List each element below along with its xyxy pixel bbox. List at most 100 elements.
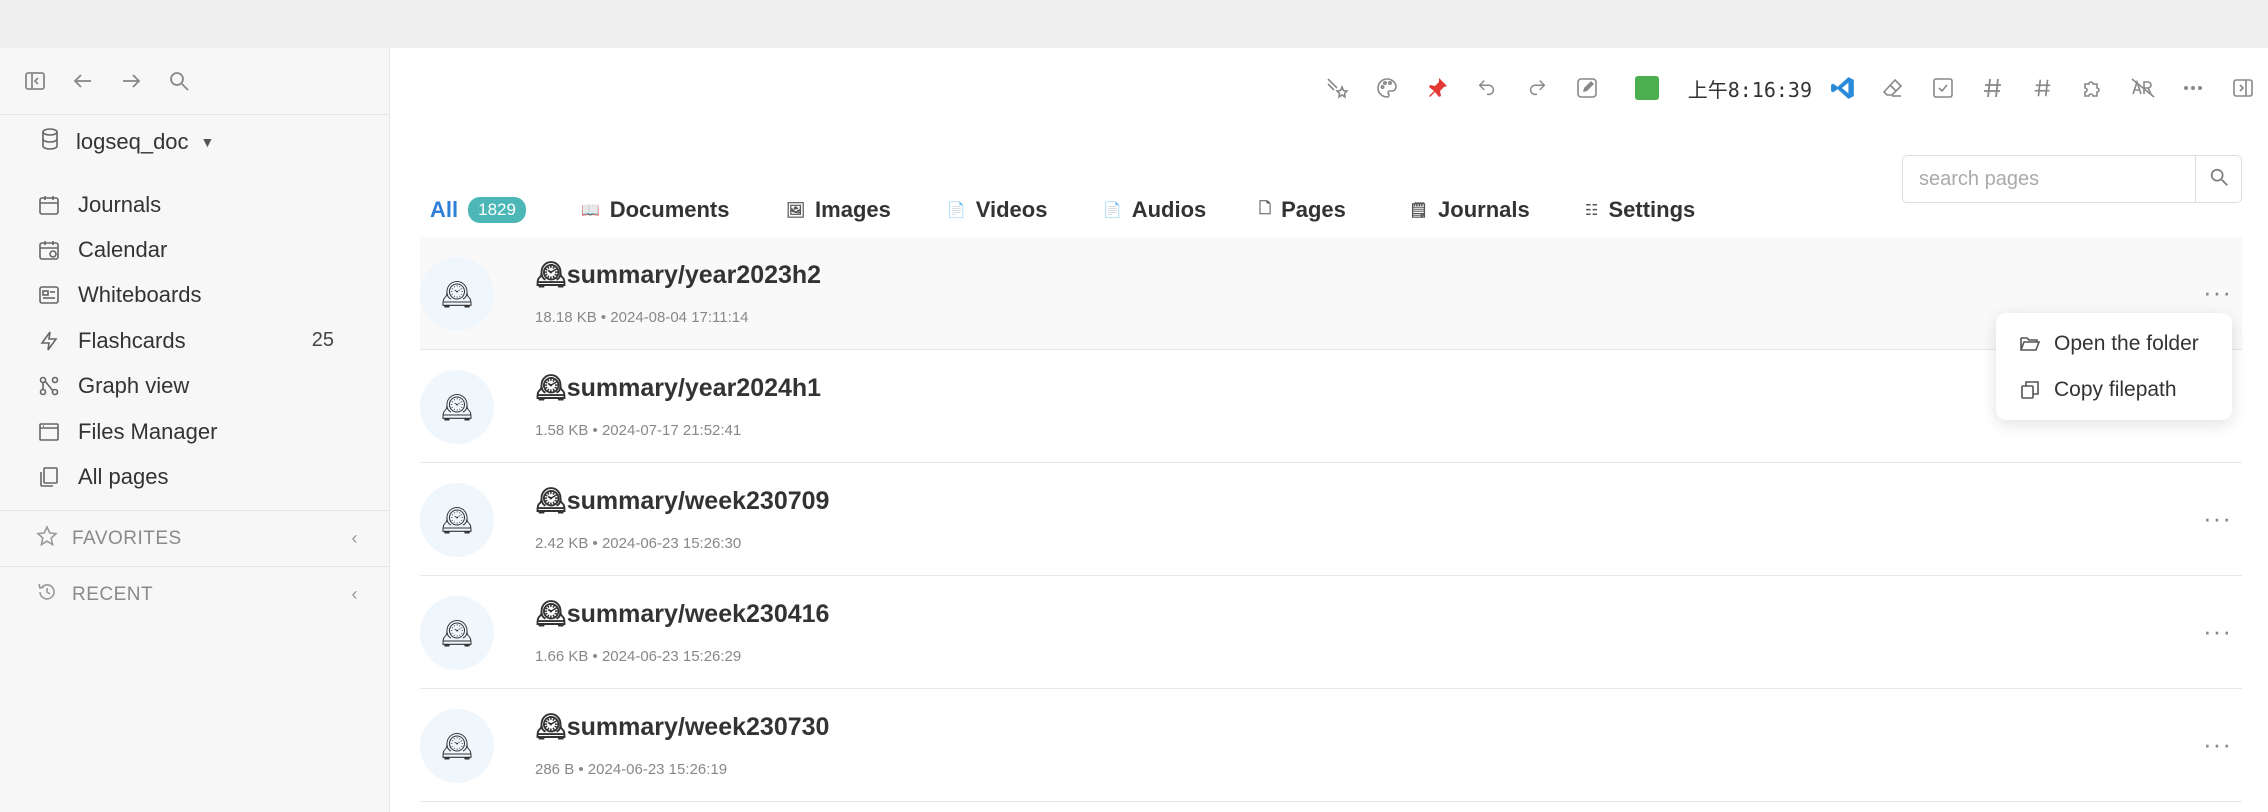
whiteboard-icon: [36, 282, 62, 308]
favorites-section[interactable]: FAVORITES ‹: [0, 510, 390, 566]
sidebar-item-label: Calendar: [78, 237, 168, 263]
edit-box-icon[interactable]: [1562, 63, 1612, 113]
more-options-icon[interactable]: ···: [2203, 503, 2232, 534]
clock-avatar-icon: 🕰: [420, 596, 494, 670]
pin-icon[interactable]: [1412, 63, 1462, 113]
tab-label: Pages: [1281, 197, 1346, 222]
search-button[interactable]: [2195, 156, 2241, 202]
eraser-icon[interactable]: [1868, 63, 1918, 113]
calendar-star-icon: [36, 237, 62, 263]
file-row[interactable]: 🕰 🕰summary/week230709 2.42 KB • 2024-06-…: [420, 463, 2242, 576]
toggle-right-sidebar-icon[interactable]: [2218, 63, 2268, 113]
copy-icon: [2020, 380, 2040, 400]
image-icon: 🖼: [786, 202, 806, 219]
checkbox-icon[interactable]: [1918, 63, 1968, 113]
forward-arrow-icon[interactable]: [116, 66, 146, 96]
chevron-left-icon: ‹: [351, 528, 358, 548]
redo-icon[interactable]: [1512, 63, 1562, 113]
clock-avatar-icon: 🕰: [420, 483, 494, 557]
search-input[interactable]: [1903, 156, 2195, 202]
tab-label: Videos: [975, 197, 1048, 222]
flash-icon: [36, 328, 62, 354]
recent-section[interactable]: RECENT ‹: [0, 566, 390, 622]
tab-label: All: [430, 197, 459, 222]
file-row[interactable]: 🕰 🕰summary/year2024h1 1.58 KB • 2024-07-…: [420, 350, 2242, 463]
palette-icon[interactable]: [1362, 63, 1412, 113]
sidebar-item-flashcards[interactable]: Flashcards 25: [36, 318, 356, 363]
sidebar-item-label: All pages: [78, 464, 169, 490]
tab-label: Settings: [1608, 197, 1696, 222]
more-options-icon[interactable]: ···: [2203, 277, 2232, 308]
video-file-icon: 📄: [947, 202, 966, 219]
clock-avatar-icon: 🕰: [420, 709, 494, 783]
menu-item-label: Open the folder: [2054, 332, 2199, 355]
pages-icon: [36, 464, 62, 490]
sliders-icon: ☷: [1585, 202, 1599, 219]
sidebar-top-bar: [0, 48, 390, 115]
files-icon: [36, 419, 62, 445]
puzzle-icon[interactable]: [2068, 63, 2118, 113]
tab-label: Journals: [1438, 197, 1530, 222]
file-row[interactable]: 🕰 🕰summary/year2023h2 18.18 KB • 2024-08…: [420, 237, 2242, 350]
file-title[interactable]: 🕰summary/year2023h2: [535, 261, 821, 290]
sidebar-item-whiteboards[interactable]: Whiteboards: [36, 273, 356, 318]
left-sidebar: logseq_doc ▼ Journals Calendar Whiteboar…: [0, 48, 390, 812]
repo-name: logseq_doc: [76, 129, 189, 154]
top-toolbar: 上午8:16:39: [1312, 62, 2268, 114]
sidebar-item-label: Flashcards: [78, 327, 186, 353]
ai-off-icon[interactable]: [2118, 63, 2168, 113]
sidebar-item-all-pages[interactable]: All pages: [36, 454, 356, 499]
tab-label: Audios: [1131, 197, 1207, 222]
repo-selector[interactable]: logseq_doc ▼: [40, 122, 214, 162]
sidebar-item-calendar[interactable]: Calendar: [36, 227, 356, 272]
sidebar-item-files-manager[interactable]: Files Manager: [36, 409, 356, 454]
vscode-icon[interactable]: [1818, 63, 1868, 113]
search-icon[interactable]: [164, 66, 194, 96]
file-meta: 1.58 KB • 2024-07-17 21:52:41: [535, 422, 742, 439]
search-icon: [2208, 166, 2230, 193]
file-title[interactable]: 🕰summary/week230709: [535, 487, 829, 516]
hash-icon[interactable]: [2018, 63, 2068, 113]
open-folder-menu-item[interactable]: Open the folder: [1996, 321, 2232, 367]
chevron-left-icon: ‹: [351, 584, 358, 604]
graph-icon: [36, 373, 62, 399]
file-meta: 286 B • 2024-06-23 15:26:19: [535, 761, 728, 778]
clock-avatar-icon: 🕰: [420, 370, 494, 444]
file-meta: 1.66 KB • 2024-06-23 15:26:29: [535, 648, 742, 665]
more-horizontal-icon[interactable]: [2168, 63, 2218, 113]
sidebar-item-label: Graph view: [78, 373, 190, 399]
clock-display: 上午8:16:39: [1687, 77, 1812, 102]
file-meta: 2.42 KB • 2024-06-23 15:26:30: [535, 535, 742, 552]
file-title[interactable]: 🕰summary/year2024h1: [535, 374, 821, 403]
sidebar-nav: Journals Calendar Whiteboards Flashcards…: [36, 182, 356, 500]
file-title[interactable]: 🕰summary/week230730: [535, 713, 829, 742]
file-title[interactable]: 🕰summary/week230416: [535, 600, 829, 629]
sparkle-star-icon[interactable]: [1312, 63, 1362, 113]
flashcards-count: 25: [311, 329, 334, 352]
toggle-sidebar-icon[interactable]: [20, 66, 50, 96]
copy-filepath-menu-item[interactable]: Copy filepath: [1996, 367, 2232, 413]
sidebar-item-label: Files Manager: [78, 418, 218, 444]
file-row[interactable]: 🕰 🕰summary/week230416 1.66 KB • 2024-06-…: [420, 576, 2242, 689]
back-arrow-icon[interactable]: [68, 66, 98, 96]
journal-icon: 🗒: [1409, 202, 1429, 219]
count-badge: 1829: [468, 197, 526, 223]
undo-icon[interactable]: [1462, 63, 1512, 113]
calendar-icon: [36, 192, 62, 218]
database-icon: [40, 128, 60, 156]
tab-label: Documents: [609, 197, 730, 222]
recent-label: RECENT: [72, 583, 154, 605]
tab-label: Images: [815, 197, 891, 222]
clock-avatar-icon: 🕰: [420, 257, 494, 331]
caret-down-icon: ▼: [200, 134, 215, 150]
file-row[interactable]: 🕰 🕰summary/week230730 286 B • 2024-06-23…: [420, 689, 2242, 802]
more-options-icon[interactable]: ···: [2203, 729, 2232, 760]
sidebar-item-graph-view[interactable]: Graph view: [36, 364, 356, 409]
sidebar-item-label: Journals: [78, 191, 162, 217]
file-meta: 18.18 KB • 2024-08-04 17:11:14: [535, 309, 749, 326]
green-square-icon[interactable]: [1612, 63, 1682, 113]
file-context-menu: Open the folder Copy filepath: [1996, 313, 2232, 420]
sidebar-item-journals[interactable]: Journals: [36, 182, 356, 227]
hash-icon[interactable]: [1968, 63, 2018, 113]
more-options-icon[interactable]: ···: [2203, 616, 2232, 647]
